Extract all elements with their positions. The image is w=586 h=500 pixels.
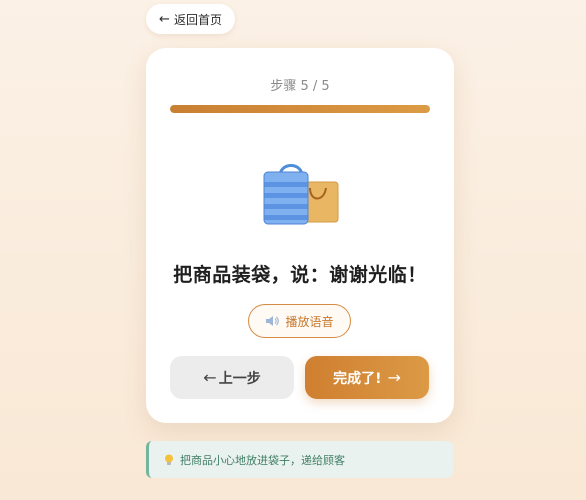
finish-label: 完成了! [333, 370, 382, 387]
play-audio-label: 播放语音 [285, 314, 334, 329]
step-card: 步骤 5 / 5 把商品装袋，说：谢谢光临！ 播放语音 ← 上一步 完成了! → [146, 48, 454, 423]
play-audio-button[interactable]: 播放语音 [248, 304, 351, 338]
previous-step-label: 上一步 [218, 370, 261, 387]
lightbulb-icon [164, 454, 174, 466]
finish-button[interactable]: 完成了! → [305, 356, 429, 399]
previous-step-button[interactable]: ← 上一步 [170, 356, 294, 399]
back-home-label: 返回首页 [173, 12, 222, 27]
step-navigation: ← 上一步 完成了! → [170, 356, 430, 399]
progress-fill [170, 105, 430, 113]
back-home-button[interactable]: ← 返回首页 [146, 4, 235, 34]
left-arrow-icon: ← [203, 367, 217, 387]
step-indicator: 步骤 5 / 5 [270, 79, 330, 94]
tip-box: 把商品小心地放进袋子，递给顾客 [146, 441, 453, 478]
instruction-text: 把商品装袋，说：谢谢光临！ [173, 264, 427, 286]
right-arrow-icon: → [387, 367, 401, 387]
tip-text: 把商品小心地放进袋子，递给顾客 [180, 453, 345, 467]
speaker-icon [265, 315, 280, 327]
progress-bar [170, 105, 430, 113]
shopping-bags-icon [258, 152, 342, 232]
back-arrow-icon: ← [159, 11, 170, 27]
